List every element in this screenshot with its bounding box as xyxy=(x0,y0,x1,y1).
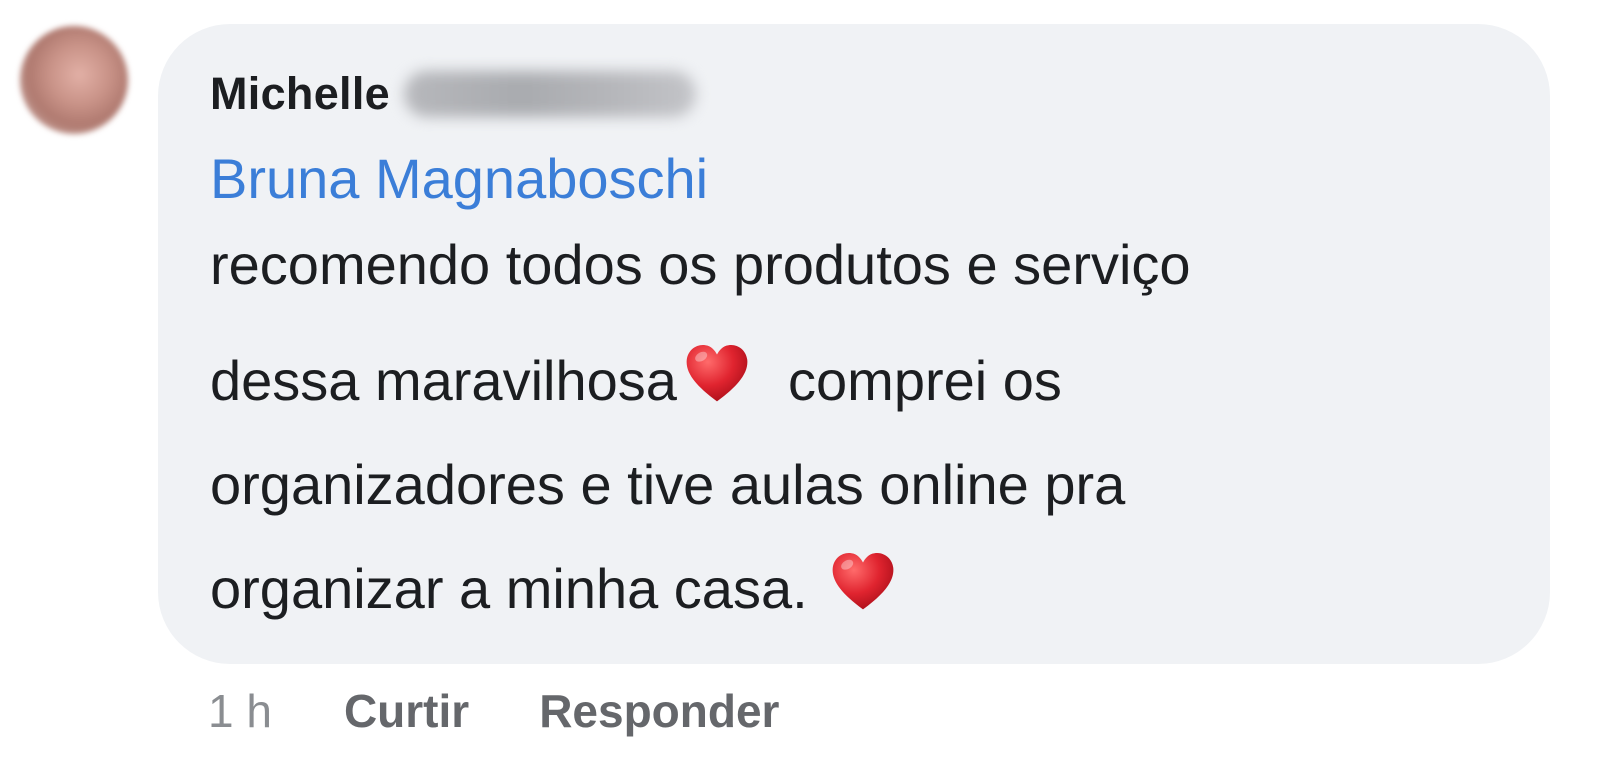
comment-author[interactable]: Michelle xyxy=(210,62,696,126)
comment-text: recomendo todos os produtos e serviço de… xyxy=(210,228,1520,656)
comment-line-text: organizadores e tive aulas online pra xyxy=(210,453,1126,516)
author-first-name[interactable]: Michelle xyxy=(210,68,390,120)
comment-actions: 1 h Curtir Responder xyxy=(208,684,849,738)
author-surname-redacted xyxy=(403,71,696,117)
like-button[interactable]: Curtir xyxy=(344,684,469,738)
heart-emoji-icon xyxy=(827,546,899,618)
mention-link[interactable]: Bruna Magnaboschi xyxy=(210,146,708,212)
comment-line-text: organizar a minha casa. xyxy=(210,557,808,620)
heart-emoji-icon xyxy=(681,338,753,410)
comment-line: organizar a minha casa. xyxy=(210,546,1520,656)
comment-line: recomendo todos os produtos e serviço xyxy=(210,228,1520,338)
comment-line-text: dessa maravilhosa xyxy=(210,349,677,412)
reply-button[interactable]: Responder xyxy=(539,684,779,738)
comment-line: organizadores e tive aulas online pra xyxy=(210,448,1520,546)
comment-container: Michelle Bruna Magnaboschi recomendo tod… xyxy=(0,0,1600,779)
comment-timestamp[interactable]: 1 h xyxy=(208,684,272,738)
comment-line-text: recomendo todos os produtos e serviço xyxy=(210,233,1191,296)
comment-line-text: comprei os xyxy=(788,349,1062,412)
avatar[interactable] xyxy=(20,26,128,134)
comment-line: dessa maravilhosa comprei os xyxy=(210,338,1520,448)
